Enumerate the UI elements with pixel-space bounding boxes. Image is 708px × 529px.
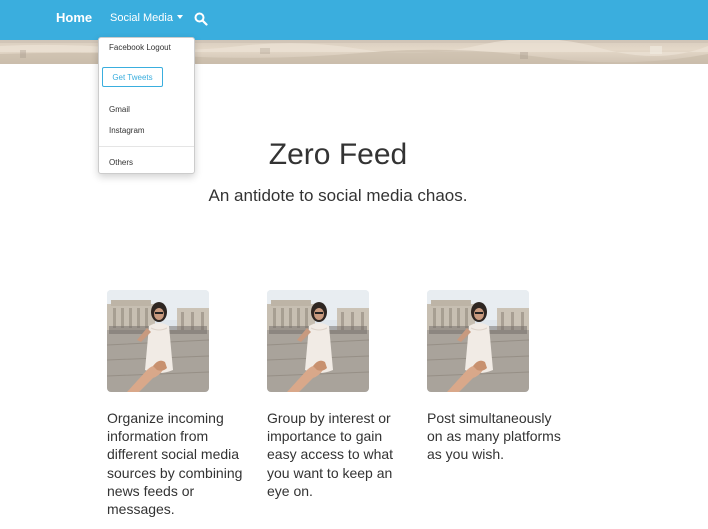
navbar: Home Social Media bbox=[0, 0, 708, 40]
caret-down-icon bbox=[176, 15, 183, 19]
get-tweets-button[interactable]: Get Tweets bbox=[102, 67, 163, 87]
feature-photo bbox=[267, 290, 369, 392]
menu-divider bbox=[99, 146, 194, 147]
menu-item-gmail[interactable]: Gmail bbox=[109, 105, 130, 114]
nav-home-link[interactable]: Home bbox=[56, 0, 92, 36]
feature-text: Group by interest or importance to gain … bbox=[267, 410, 394, 499]
feature-photo bbox=[427, 290, 529, 392]
page: Home Social Media Facebook Logout Get Tw… bbox=[0, 0, 708, 529]
menu-item-instagram[interactable]: Instagram bbox=[109, 126, 145, 135]
nav-social-media-label: Social Media bbox=[110, 12, 173, 24]
menu-item-facebook-logout[interactable]: Facebook Logout bbox=[109, 43, 171, 52]
nav-social-media-toggle[interactable]: Social Media bbox=[110, 0, 183, 36]
feature-card-organize: Organize incoming information from diffe… bbox=[107, 290, 247, 518]
feature-card-group: Group by interest or importance to gain … bbox=[267, 290, 407, 500]
feature-photo bbox=[107, 290, 209, 392]
feature-text: Organize incoming information from diffe… bbox=[107, 410, 243, 518]
menu-item-others[interactable]: Others bbox=[109, 158, 133, 167]
search-icon[interactable] bbox=[194, 12, 208, 26]
social-media-dropdown: Facebook Logout Get Tweets Gmail Instagr… bbox=[98, 37, 195, 174]
feature-text: Post simultaneously on as many platforms… bbox=[427, 410, 561, 463]
feature-card-post: Post simultaneously on as many platforms… bbox=[427, 290, 567, 464]
page-subtitle: An antidote to social media chaos. bbox=[208, 186, 468, 205]
